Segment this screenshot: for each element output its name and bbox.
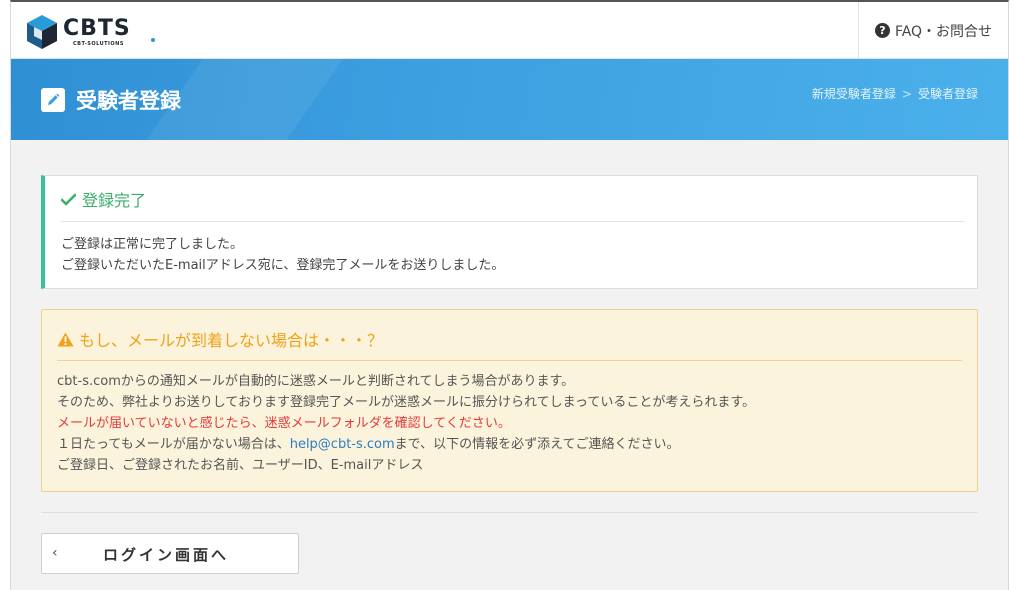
warning-alert-line: メールが届いていないと感じたら、迷惑メールフォルダを確認してください。 xyxy=(57,416,511,431)
contact-text-before: １日たってもメールが届かない場合は、 xyxy=(57,437,290,452)
success-line: ご登録いただいたE-mailアドレス宛に、登録完了メールをお送りしました。 xyxy=(61,258,505,273)
logo-dot xyxy=(151,38,155,42)
faq-contact-link[interactable]: ? FAQ・お問合せ xyxy=(858,2,1008,59)
warning-line: そのため、弊社よりお送りしております登録完了メールが迷惑メールに振分けられてしま… xyxy=(57,395,756,410)
contact-text-after: まで、以下の情報を必ず添えてご連絡ください。 xyxy=(394,437,680,452)
faq-label: FAQ・お問合せ xyxy=(894,23,993,40)
logo-subtext: CBT-SOLUTIONS xyxy=(73,41,124,47)
page-frame: CBTS CBT-SOLUTIONS ? FAQ・お問合せ 受験者登録 新規受験… xyxy=(10,0,1009,590)
warning-triangle-icon xyxy=(57,332,74,346)
success-title-text: 登録完了 xyxy=(82,191,147,210)
logo-wordmark: CBTS CBT-SOLUTIONS xyxy=(63,12,155,52)
success-line: ご登録は正常に完了しました。 xyxy=(61,237,244,252)
site-logo[interactable]: CBTS CBT-SOLUTIONS xyxy=(25,12,155,52)
warning-title: もし、メールが到着しない場合は・・・？ xyxy=(57,327,383,351)
success-message: ご登録は正常に完了しました。 ご登録いただいたE-mailアドレス宛に、登録完了… xyxy=(61,234,504,276)
success-panel: 登録完了 ご登録は正常に完了しました。 ご登録いただいたE-mailアドレス宛に… xyxy=(41,175,978,289)
cube-logo-icon xyxy=(27,15,57,49)
breadcrumb: 新規受験者登録 > 受験者登録 xyxy=(812,85,978,102)
edit-pencil-icon xyxy=(41,88,65,112)
question-circle-icon: ? xyxy=(874,23,890,38)
chevron-left-icon: ‹ xyxy=(52,545,58,561)
warning-message: cbt-s.comからの通知メールが自動的に迷惑メールと判断されてしまう場合があ… xyxy=(57,371,755,476)
support-email-link[interactable]: help@cbt-s.com xyxy=(290,437,395,452)
divider xyxy=(61,221,965,222)
breadcrumb-item-current: 受験者登録 xyxy=(917,87,978,101)
page-title: 受験者登録 xyxy=(41,86,181,114)
breadcrumb-separator: > xyxy=(901,87,912,101)
divider xyxy=(57,360,962,361)
warning-title-text: もし、メールが到着しない場合は・・・？ xyxy=(79,331,384,350)
check-icon xyxy=(61,193,76,205)
warning-line: cbt-s.comからの通知メールが自動的に迷惑メールと判断されてしまう場合があ… xyxy=(57,374,575,389)
page-banner: 受験者登録 新規受験者登録 > 受験者登録 xyxy=(11,59,1008,140)
logo-text: CBTS xyxy=(63,16,131,41)
page-title-text: 受験者登録 xyxy=(76,89,181,113)
section-divider xyxy=(41,512,978,513)
top-bar: CBTS CBT-SOLUTIONS ? FAQ・お問合せ xyxy=(11,2,1008,59)
warning-contact-line: １日たってもメールが届かない場合は、help@cbt-s.comまで、以下の情報… xyxy=(57,434,755,455)
warning-panel: もし、メールが到着しない場合は・・・？ cbt-s.comからの通知メールが自動… xyxy=(41,309,978,492)
warning-line: ご登録日、ご登録されたお名前、ユーザーID、E-mailアドレス xyxy=(57,458,424,473)
back-to-login-label: ログイン画面へ xyxy=(103,546,230,564)
breadcrumb-item-new-registration[interactable]: 新規受験者登録 xyxy=(812,87,896,101)
success-title: 登録完了 xyxy=(61,187,146,211)
back-to-login-button[interactable]: ‹ ログイン画面へ xyxy=(41,533,299,574)
